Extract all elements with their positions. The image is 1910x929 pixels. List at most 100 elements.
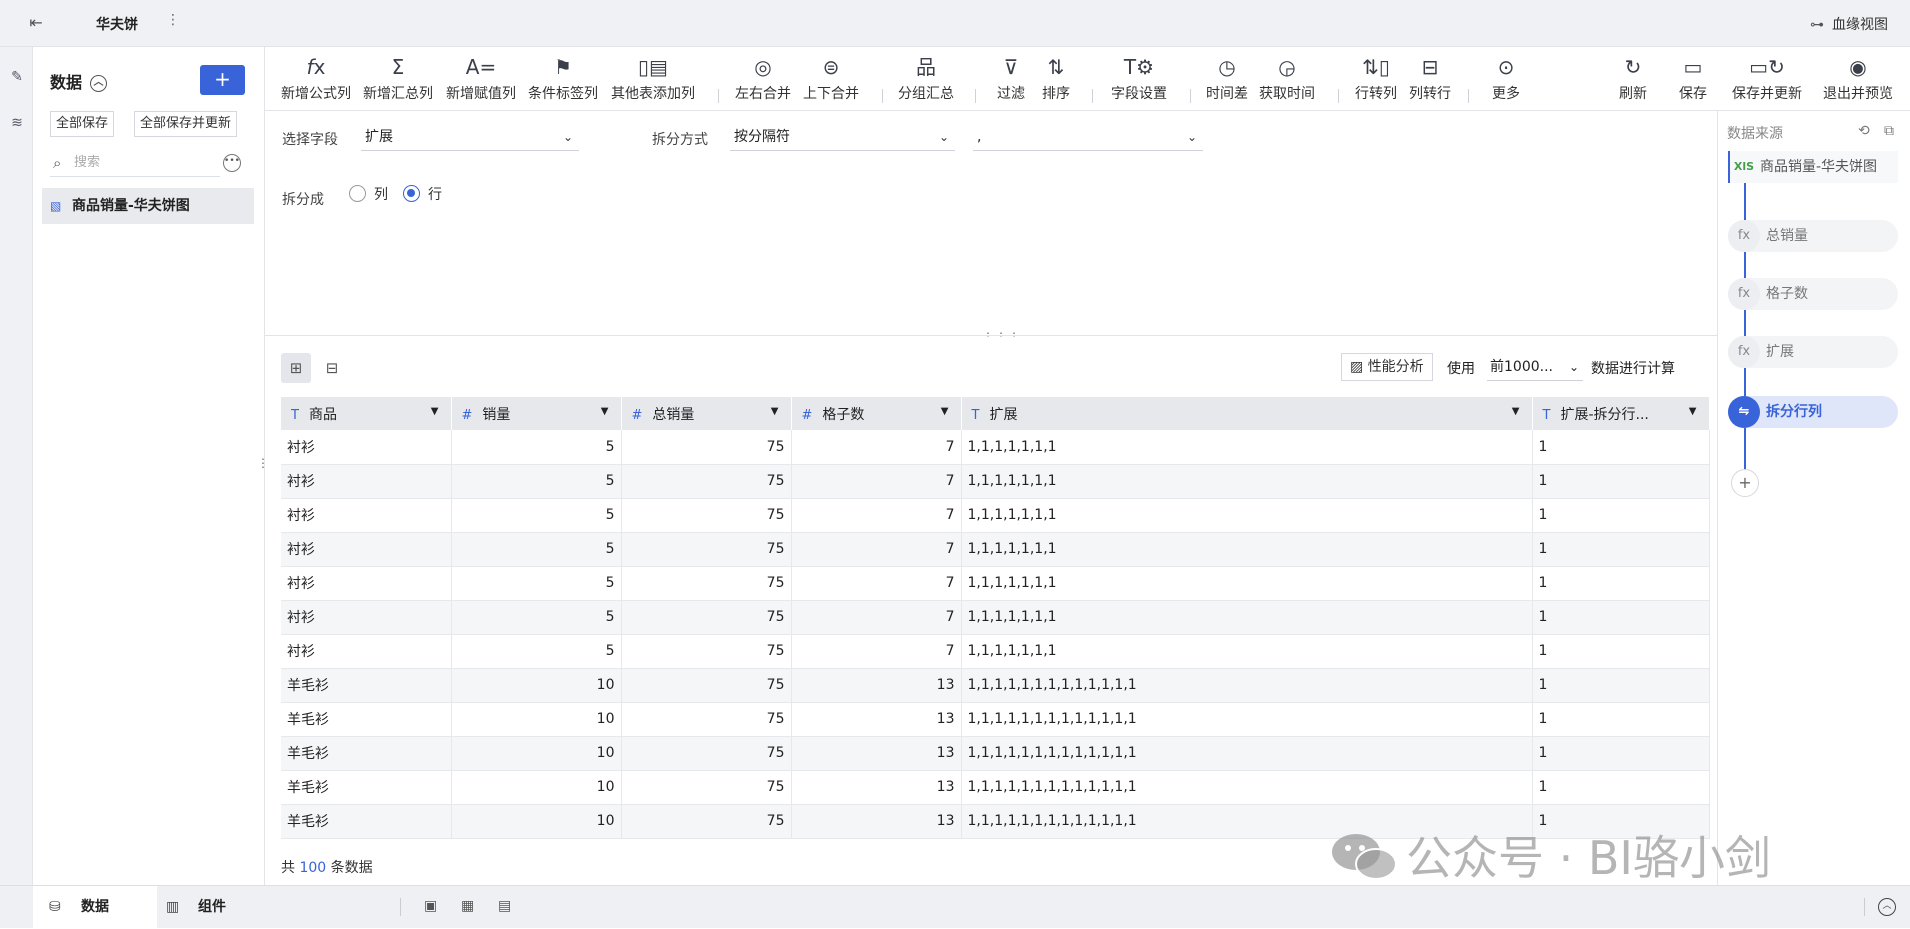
table-cell[interactable]: 1,1,1,1,1,1,1: [961, 498, 1533, 533]
radio-row[interactable]: 行: [403, 184, 442, 204]
table-cell[interactable]: 1,1,1,1,1,1,1: [961, 634, 1533, 669]
column-menu-icon[interactable]: ▼: [1512, 406, 1520, 417]
table-cell[interactable]: 7: [791, 566, 962, 601]
flow-node-split-row[interactable]: ⇋ 拆分行列: [1728, 396, 1898, 428]
column-menu-icon[interactable]: ▼: [771, 406, 779, 417]
get-time-button[interactable]: ◶ 获取时间: [1259, 53, 1315, 103]
row-limit-dropdown[interactable]: 前1000... ⌄: [1487, 353, 1583, 381]
table-cell[interactable]: 5: [451, 498, 622, 533]
split-method-dropdown[interactable]: 按分隔符 ⌄: [730, 123, 955, 151]
table-cell[interactable]: 1,1,1,1,1,1,1,1,1,1,1,1,1: [961, 702, 1533, 737]
table-cell[interactable]: 衬衫: [281, 498, 452, 533]
add-step-button[interactable]: +: [1731, 469, 1759, 497]
table-cell[interactable]: 1,1,1,1,1,1,1,1,1,1,1,1,1: [961, 770, 1533, 805]
table-cell[interactable]: 10: [451, 804, 622, 839]
table-cell[interactable]: 13: [791, 736, 962, 771]
table-cell[interactable]: 10: [451, 770, 622, 805]
table-cell[interactable]: 10: [451, 668, 622, 703]
select-field-dropdown[interactable]: 扩展 ⌄: [361, 123, 579, 151]
table-cell[interactable]: 75: [621, 566, 792, 601]
table-cell[interactable]: 75: [621, 430, 792, 465]
table-cell[interactable]: 75: [621, 532, 792, 567]
exit-and-preview-button[interactable]: ◉ 退出并预览: [1823, 53, 1893, 103]
column-header[interactable]: # 格子数 ▼: [791, 397, 962, 430]
table-cell[interactable]: 13: [791, 804, 962, 839]
column-to-row-button[interactable]: ⊟ 列转行: [1409, 53, 1451, 103]
column-menu-icon[interactable]: ▼: [601, 406, 609, 417]
table-cell[interactable]: 1,1,1,1,1,1,1,1,1,1,1,1,1: [961, 668, 1533, 703]
flow-node-source[interactable]: XlS 商品销量-华夫饼图: [1728, 151, 1898, 183]
table-cell[interactable]: 7: [791, 430, 962, 465]
refresh-button[interactable]: ↻ 刷新: [1619, 53, 1647, 103]
table-cell[interactable]: 7: [791, 600, 962, 635]
save-button[interactable]: ▭ 保存: [1679, 53, 1707, 103]
expand-up-icon[interactable]: ︿: [1878, 898, 1896, 916]
collapse-icon[interactable]: ︿: [90, 75, 108, 92]
top-bottom-merge-button[interactable]: ⊜ 上下合并: [803, 53, 859, 103]
sort-button[interactable]: ⇅ 排序: [1042, 53, 1070, 103]
column-menu-icon[interactable]: ▼: [941, 406, 949, 417]
table-cell[interactable]: 10: [451, 702, 622, 737]
table-cell[interactable]: 7: [791, 634, 962, 669]
save-all-update-button[interactable]: 全部保存并更新: [134, 111, 238, 137]
table-cell[interactable]: 1,1,1,1,1,1,1: [961, 532, 1533, 567]
table-cell[interactable]: 7: [791, 464, 962, 499]
data-edit-icon[interactable]: ✎: [7, 69, 27, 89]
table-cell[interactable]: 5: [451, 532, 622, 567]
table-cell[interactable]: 13: [791, 668, 962, 703]
table-cell[interactable]: 1,1,1,1,1,1,1,1,1,1,1,1,1: [961, 736, 1533, 771]
add-data-button[interactable]: +: [200, 65, 245, 95]
performance-analysis-button[interactable]: ▨ 性能分析: [1341, 353, 1433, 381]
condition-tag-column-button[interactable]: ⚑ 条件标签列: [528, 53, 598, 103]
table-cell[interactable]: 1: [1532, 702, 1710, 737]
add-dashboard-icon[interactable]: ▦: [461, 898, 474, 914]
column-menu-icon[interactable]: ▼: [431, 406, 439, 417]
settings-sliders-icon[interactable]: ≋: [7, 115, 27, 135]
add-formula-column-button[interactable]: fx 新增公式列: [281, 53, 351, 103]
table-cell[interactable]: 1,1,1,1,1,1,1: [961, 430, 1533, 465]
separator-dropdown[interactable]: , ⌄: [973, 123, 1203, 151]
table-cell[interactable]: 5: [451, 430, 622, 465]
table-cell[interactable]: 羊毛衫: [281, 702, 452, 737]
group-summary-button[interactable]: 品分组汇总: [898, 53, 954, 103]
add-chart-icon[interactable]: ▣: [424, 898, 437, 914]
table-cell[interactable]: 衬衫: [281, 430, 452, 465]
table-cell[interactable]: 13: [791, 702, 962, 737]
table-cell[interactable]: 10: [451, 736, 622, 771]
column-header[interactable]: T 扩展-拆分行... ▼: [1532, 397, 1710, 430]
table-cell[interactable]: 1: [1532, 634, 1710, 669]
table-cell[interactable]: 1,1,1,1,1,1,1: [961, 566, 1533, 601]
flow-node-cell-count[interactable]: fx 格子数: [1728, 278, 1898, 310]
flow-node-total-sales[interactable]: fx 总销量: [1728, 220, 1898, 252]
table-cell[interactable]: 75: [621, 702, 792, 737]
table-cell[interactable]: 1: [1532, 770, 1710, 805]
table-cell[interactable]: 7: [791, 498, 962, 533]
table-cell[interactable]: 75: [621, 600, 792, 635]
table-cell[interactable]: 75: [621, 634, 792, 669]
table-cell[interactable]: 1: [1532, 498, 1710, 533]
add-summary-column-button[interactable]: Σ 新增汇总列: [363, 53, 433, 103]
tab-data[interactable]: ⛁ 数据: [33, 886, 157, 929]
more-menu-icon[interactable]: ⋮: [166, 12, 180, 28]
table-cell[interactable]: 5: [451, 566, 622, 601]
column-header[interactable]: T 扩展 ▼: [961, 397, 1533, 430]
table-cell[interactable]: 1: [1532, 532, 1710, 567]
table-cell[interactable]: 1: [1532, 600, 1710, 635]
table-cell[interactable]: 1: [1532, 668, 1710, 703]
left-right-merge-button[interactable]: ◎ 左右合并: [735, 53, 791, 103]
table-cell[interactable]: 羊毛衫: [281, 668, 452, 703]
radio-row-circle[interactable]: [403, 185, 420, 202]
lineage-view-button[interactable]: ⊶ 血缘视图: [1810, 14, 1888, 34]
table-cell[interactable]: 7: [791, 532, 962, 567]
table-cell[interactable]: 1: [1532, 464, 1710, 499]
table-cell[interactable]: 羊毛衫: [281, 804, 452, 839]
table-cell[interactable]: 1: [1532, 566, 1710, 601]
column-header[interactable]: # 总销量 ▼: [621, 397, 792, 430]
table-cell[interactable]: 衬衫: [281, 634, 452, 669]
column-header[interactable]: T 商品 ▼: [281, 397, 452, 430]
column-header[interactable]: # 销量 ▼: [451, 397, 622, 430]
table-cell[interactable]: 衬衫: [281, 600, 452, 635]
column-menu-icon[interactable]: ▼: [1689, 406, 1697, 417]
grid-view-icon[interactable]: ⊞: [281, 353, 311, 383]
table-cell[interactable]: 75: [621, 736, 792, 771]
